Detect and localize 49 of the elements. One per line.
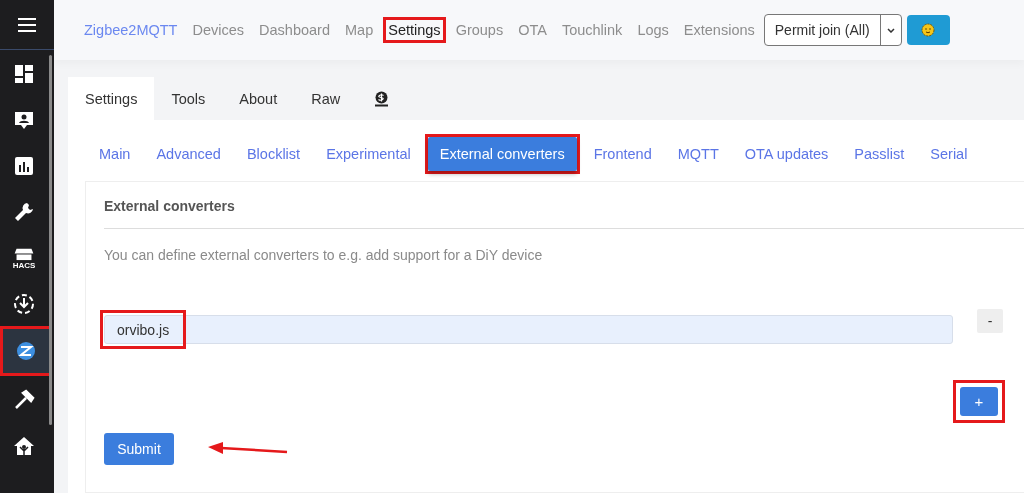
subtab[interactable]: Main (90, 137, 140, 171)
sidebar-icon (15, 340, 37, 362)
menu-icon[interactable] (18, 17, 36, 32)
converter-input[interactable]: orvibo.js (104, 315, 953, 344)
subtab[interactable]: External converters (427, 137, 577, 171)
subtab[interactable]: MQTT (668, 137, 728, 171)
section-description: You can define external converters to e.g. add support for a DiY device (104, 246, 544, 263)
donate-icon (374, 90, 390, 107)
submit-button[interactable]: Submit (104, 433, 174, 465)
nav-link[interactable]: OTA (518, 22, 547, 38)
remove-button[interactable]: - (977, 309, 1003, 333)
permit-join-dropdown[interactable]: Permit join (All) (763, 14, 902, 46)
subtab[interactable]: OTA updates (735, 137, 838, 171)
nav-link[interactable]: Groups (455, 22, 504, 38)
nav-link[interactable]: Touchlink (561, 22, 623, 38)
scrollbar[interactable] (49, 55, 52, 425)
tab[interactable]: About (222, 77, 295, 120)
sidebar-icon (13, 389, 35, 411)
subtab[interactable]: Advanced (147, 137, 230, 171)
sidebar-caption: HACS (12, 260, 36, 270)
section-title: External converters (104, 182, 1024, 229)
sidebar-icon (13, 201, 35, 223)
sidebar-icon (13, 155, 35, 177)
tab[interactable]: Raw (294, 77, 358, 120)
subtab[interactable]: Passlist (845, 137, 914, 171)
add-button[interactable]: + (960, 387, 998, 416)
sidebar-icon (13, 293, 35, 315)
sidebar-icon (13, 435, 35, 457)
nav-link[interactable]: Dashboard (259, 22, 330, 38)
sidebar-icon (13, 246, 35, 261)
tab[interactable]: Settings (68, 77, 155, 120)
subtab[interactable]: Serial (921, 137, 977, 171)
caret-icon[interactable] (886, 27, 895, 33)
nav-link[interactable]: Extensions (683, 22, 755, 38)
brand-link[interactable]: Zigbee2MQTT (84, 22, 178, 38)
nav-link[interactable]: Devices (192, 22, 245, 38)
sidebar-icon (13, 109, 35, 131)
sidebar-item[interactable]: HACS (1, 236, 47, 280)
tab[interactable]: Tools (154, 77, 223, 120)
sidebar-icon (13, 63, 35, 85)
sun-icon (920, 22, 937, 38)
subtab[interactable]: Blocklist (237, 137, 310, 171)
subtab[interactable]: Frontend (584, 137, 661, 171)
permit-join-label[interactable]: Permit join (All) (764, 15, 881, 45)
theme-button[interactable] (906, 15, 950, 45)
nav-link[interactable]: Logs (637, 22, 669, 38)
nav-link[interactable]: Map (345, 22, 374, 38)
nav-link[interactable]: Settings (388, 22, 441, 38)
subtab[interactable]: Experimental (317, 137, 420, 171)
